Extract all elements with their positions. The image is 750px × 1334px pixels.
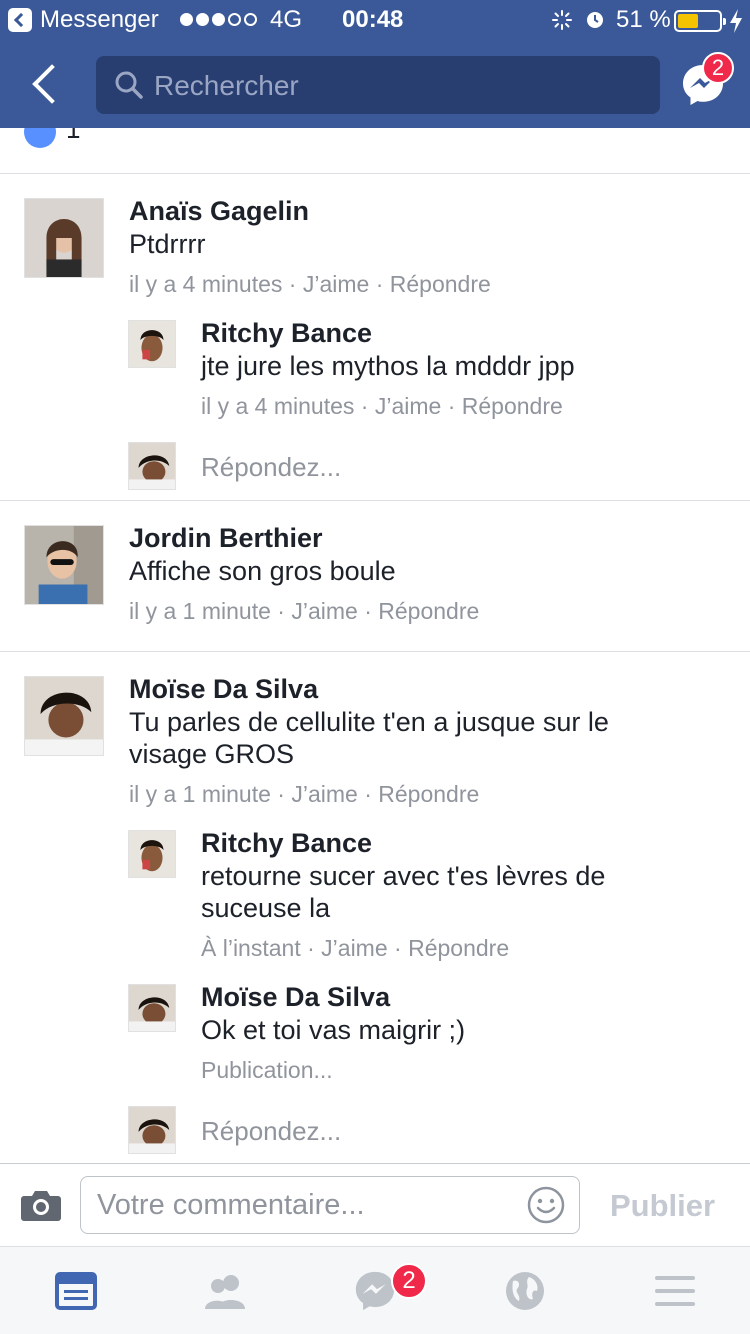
separator: · [277, 598, 285, 624]
reply-link[interactable]: Répondre [408, 935, 509, 961]
reply-input[interactable]: Répondez... [201, 452, 341, 483]
avatar [128, 442, 176, 490]
back-button[interactable] [24, 60, 72, 108]
reply-meta: il y a 4 minutes · J’aime · Répondre [201, 393, 563, 420]
emoji-icon[interactable] [527, 1186, 565, 1224]
comment-text: Affiche son gros boule [129, 556, 396, 586]
search-input[interactable]: Rechercher [96, 56, 660, 114]
comment-meta: il y a 4 minutes · J’aime · Répondre [129, 271, 491, 298]
battery-percent: 51 % [616, 6, 671, 33]
messenger-badge: 2 [702, 52, 734, 84]
comment-text: Tu parles de cellulite t'en a jusque sur… [129, 707, 609, 769]
divider [0, 651, 750, 652]
reply-time: il y a 4 minutes [201, 393, 355, 419]
comment-meta: il y a 1 minute · J’aime · Répondre [129, 781, 479, 808]
signal-strength-icon [180, 13, 257, 26]
reply-text: jte jure les mythos la mdddr jpp [201, 351, 575, 381]
reply-text: Ok et toi vas maigrir ;) [201, 1015, 466, 1045]
reply-author[interactable]: Moïse Da Silva [201, 982, 390, 1013]
network-type: 4G [270, 6, 303, 33]
reply-author[interactable]: Ritchy Bance [201, 318, 372, 349]
like-link[interactable]: J’aime [291, 598, 357, 624]
globe-icon[interactable] [503, 1269, 547, 1313]
navigation-bar: Rechercher 2 [0, 40, 750, 128]
comment-composer: Votre commentaire... Publier [0, 1163, 750, 1247]
reply-time: À l’instant [201, 935, 301, 961]
comment-author[interactable]: Jordin Berthier [129, 523, 323, 554]
news-feed-icon[interactable] [54, 1269, 98, 1313]
reply-meta: À l’instant · J’aime · Répondre [201, 935, 509, 962]
avatar[interactable] [24, 525, 104, 605]
separator: · [360, 393, 369, 419]
like-link[interactable]: J’aime [291, 781, 357, 807]
avatar[interactable] [128, 830, 176, 878]
comment-text: Ptdrrrr [129, 229, 206, 259]
reply-link[interactable]: Répondre [378, 598, 479, 624]
separator: · [364, 781, 372, 807]
comment-placeholder: Votre commentaire... [97, 1189, 365, 1221]
comment-meta: il y a 1 minute · J’aime · Répondre [129, 598, 479, 625]
like-link[interactable]: J’aime [303, 271, 369, 297]
separator: · [375, 271, 384, 297]
separator: · [447, 393, 456, 419]
reply-link[interactable]: Répondre [462, 393, 563, 419]
reply-link[interactable]: Répondre [378, 781, 479, 807]
charging-bolt-icon [730, 9, 742, 33]
activity-spinner-icon [552, 10, 572, 30]
reply-input[interactable]: Répondez... [201, 1116, 341, 1147]
back-to-app-label[interactable]: Messenger [40, 6, 159, 34]
like-link[interactable]: J’aime [375, 393, 441, 419]
messages-tab[interactable]: 2 [353, 1263, 427, 1313]
separator: · [307, 935, 315, 961]
status-bar: Messenger 4G 00:48 51 % [0, 0, 750, 40]
like-count: 1 [66, 128, 81, 144]
avatar[interactable] [24, 198, 104, 278]
separator: · [277, 781, 285, 807]
comment-author[interactable]: Anaïs Gagelin [129, 196, 309, 227]
messenger-icon [355, 1271, 395, 1311]
divider [0, 173, 750, 174]
friends-icon[interactable] [203, 1269, 247, 1313]
messenger-app-back-icon[interactable] [8, 8, 32, 32]
messages-badge: 2 [391, 1263, 427, 1299]
divider [0, 500, 750, 501]
like-link[interactable]: J’aime [321, 935, 387, 961]
separator: · [364, 598, 372, 624]
reply-author[interactable]: Ritchy Bance [201, 828, 372, 859]
battery-icon [674, 10, 726, 32]
alarm-icon [587, 12, 603, 28]
separator: · [288, 271, 297, 297]
camera-icon[interactable] [20, 1188, 62, 1222]
clock: 00:48 [342, 6, 404, 33]
reply-link[interactable]: Répondre [390, 271, 491, 297]
tab-bar: 2 [0, 1247, 750, 1334]
comment-author[interactable]: Moïse Da Silva [129, 674, 318, 705]
messenger-button[interactable]: 2 [680, 52, 734, 108]
avatar[interactable] [128, 320, 176, 368]
reply-text: retourne sucer avec t'es lèvres de suceu… [201, 861, 606, 923]
comment-time: il y a 1 minute [129, 781, 271, 807]
comment-time: il y a 1 minute [129, 598, 271, 624]
search-icon [115, 71, 143, 99]
like-icon [24, 128, 56, 148]
separator: · [394, 935, 402, 961]
comment-time: il y a 4 minutes [129, 271, 283, 297]
comments-feed[interactable]: 1 Anaïs Gagelin Ptdrrrr il y a 4 minutes… [0, 128, 750, 1163]
avatar[interactable] [128, 984, 176, 1032]
avatar [128, 1106, 176, 1154]
menu-icon[interactable] [653, 1269, 697, 1313]
avatar[interactable] [24, 676, 104, 756]
posting-status: Publication... [201, 1057, 333, 1083]
comment-input[interactable]: Votre commentaire... [80, 1176, 580, 1234]
search-placeholder: Rechercher [154, 70, 299, 101]
publish-button[interactable]: Publier [610, 1188, 715, 1224]
